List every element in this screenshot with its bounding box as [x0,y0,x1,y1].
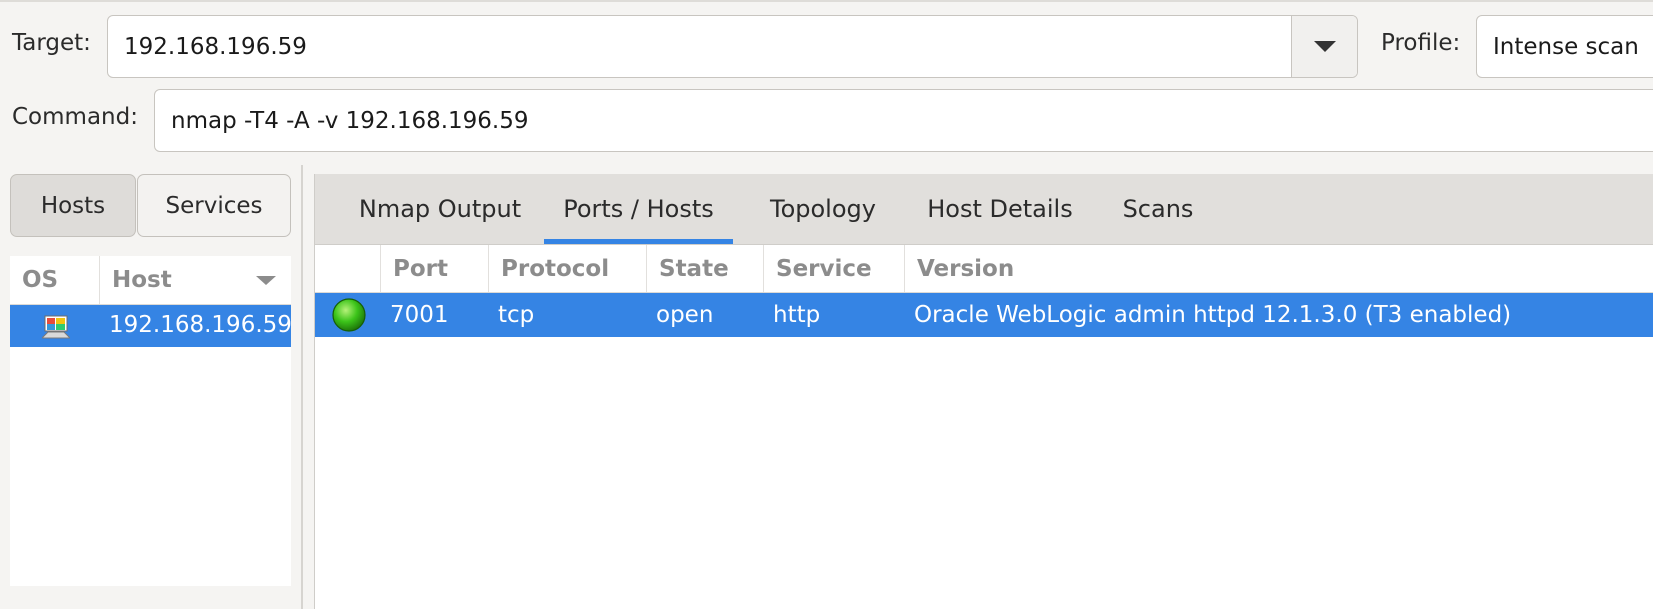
results-tabbar: Nmap Output Ports / Hosts Topology Host … [315,174,1653,245]
status-column-header[interactable] [315,245,381,292]
service-column-header[interactable]: Service [764,245,905,292]
target-dropdown-button[interactable] [1291,16,1357,77]
os-column-header[interactable]: OS [10,256,100,304]
sort-descending-icon [256,276,276,285]
hosts-toggle-button[interactable]: Hosts [10,174,136,237]
green-status-icon [332,298,366,332]
results-panel: Nmap Output Ports / Hosts Topology Host … [314,174,1653,609]
ports-table-header: Port Protocol State Service Version [315,245,1653,293]
protocol-cell: tcp [498,302,535,328]
port-column-header[interactable]: Port [381,245,489,292]
tab-topology[interactable]: Topology [753,174,893,244]
state-cell: open [656,302,714,328]
active-tab-indicator [544,239,733,244]
command-label: Command: [12,104,138,130]
services-toggle-button[interactable]: Services [137,174,291,237]
state-column-header[interactable]: State [647,245,764,292]
ports-table: Port Protocol State Service Version 7001… [315,245,1653,609]
table-row[interactable]: 7001 tcp open http Oracle WebLogic admin… [315,293,1653,337]
version-cell: Oracle WebLogic admin httpd 12.1.3.0 (T3… [914,302,1512,328]
target-input[interactable]: 192.168.196.59 [108,16,1291,77]
host-list: OS Host 192.168.196.59 [10,256,292,586]
tab-nmap-output[interactable]: Nmap Output [335,174,545,244]
window-top-border [0,0,1653,2]
tab-scans[interactable]: Scans [1115,174,1201,244]
port-cell: 7001 [390,302,449,328]
host-row[interactable]: 192.168.196.59 [10,305,292,347]
tab-ports-hosts-label: Ports / Hosts [563,195,714,223]
host-column-header[interactable]: Host [100,256,291,304]
service-cell: http [773,302,821,328]
host-address: 192.168.196.59 [109,312,292,338]
chevron-down-icon [1313,40,1336,52]
host-list-header: OS Host [10,256,291,305]
tab-host-details[interactable]: Host Details [915,174,1085,244]
command-input[interactable]: nmap -T4 -A -v 192.168.196.59 [154,89,1653,152]
host-column-label: Host [112,267,172,293]
profile-combobox[interactable]: Intense scan [1476,15,1653,78]
os-unknown-icon [42,315,70,339]
target-label: Target: [12,30,91,56]
target-combobox[interactable]: 192.168.196.59 [107,15,1358,78]
version-column-header[interactable]: Version [905,245,1653,292]
protocol-column-header[interactable]: Protocol [489,245,647,292]
tab-ports-hosts[interactable]: Ports / Hosts [544,174,733,244]
profile-label: Profile: [1381,30,1461,56]
pane-splitter[interactable] [301,165,303,609]
